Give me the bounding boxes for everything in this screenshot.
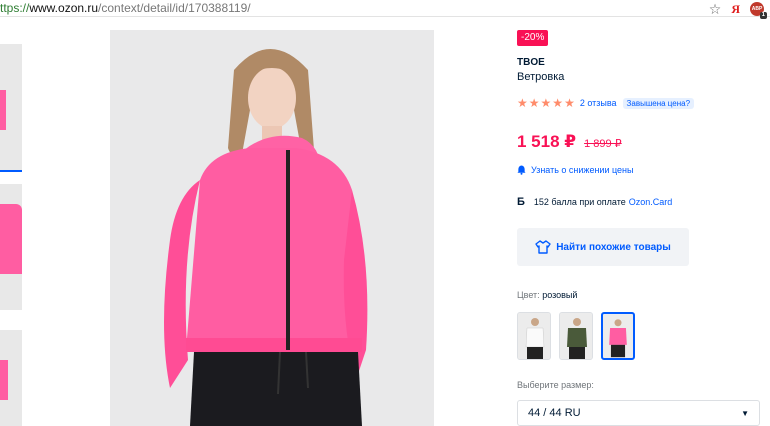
thumbnail-1[interactable] xyxy=(0,30,22,172)
star-icon: ★ xyxy=(540,96,552,110)
price-row: 1 518 ₽ 1 899 ₽ xyxy=(517,132,622,152)
star-icon: ★ xyxy=(517,96,528,110)
pink-jacket-thumbnail xyxy=(603,314,633,358)
bookmark-star-icon[interactable]: ☆ xyxy=(709,2,722,16)
adblock-icon[interactable]: ABP 1 xyxy=(750,1,767,19)
color-value: розовый xyxy=(542,290,578,300)
ozon-points-icon: Б xyxy=(517,196,525,208)
color-swatch-white[interactable] xyxy=(517,312,551,360)
brand-name[interactable]: TBOE xyxy=(517,57,545,68)
rating-stars[interactable]: ★ ★ ★ ★ ★ xyxy=(517,97,575,109)
ozon-card-points: Б 152 балла при оплате Ozon.Card xyxy=(517,196,672,208)
star-icon: ★ xyxy=(552,96,564,110)
khaki-jacket-thumbnail xyxy=(560,313,592,359)
find-similar-button[interactable]: Найти похожие товары xyxy=(517,228,689,266)
adblock-count: 1 xyxy=(759,11,767,19)
ozon-card-link[interactable]: Ozon.Card xyxy=(629,197,673,207)
points-text: 152 балла при оплате xyxy=(533,197,626,207)
white-jacket-thumbnail xyxy=(518,313,550,359)
bell-icon xyxy=(517,165,526,175)
color-swatch-khaki[interactable] xyxy=(559,312,593,360)
size-value: 44 / 44 RU xyxy=(528,407,581,419)
model-in-pink-jacket-illustration xyxy=(164,49,368,426)
color-label: Цвет: xyxy=(517,290,540,300)
url-text[interactable]: ttps://www.ozon.ru/context/detail/id/170… xyxy=(0,1,251,15)
url-domain: www.ozon.ru xyxy=(29,1,99,15)
product-title: Ветровка xyxy=(517,71,565,83)
rating-row: ★ ★ ★ ★ ★ 2 отзыва Завышена цена? xyxy=(517,97,695,109)
price-drop-notify[interactable]: Узнать о снижении цены xyxy=(517,165,633,175)
thumbnail-2[interactable] xyxy=(0,184,22,310)
notify-link[interactable]: Узнать о снижении цены xyxy=(531,165,633,175)
color-swatches xyxy=(517,312,635,360)
size-select[interactable]: 44 / 44 RU ▼ xyxy=(517,400,760,426)
adblock-label: ABP xyxy=(751,5,763,12)
yandex-icon[interactable]: Я xyxy=(731,2,740,16)
thumbnail-3[interactable] xyxy=(0,330,22,426)
size-label: Выберите размер: xyxy=(517,380,594,390)
current-price: 1 518 ₽ xyxy=(517,132,577,151)
old-price: 1 899 ₽ xyxy=(584,138,622,150)
url-path: /context/detail/id/170388119/ xyxy=(98,1,251,15)
star-icon: ★ xyxy=(528,96,540,110)
reviews-link[interactable]: 2 отзыва xyxy=(580,98,617,108)
find-similar-label: Найти похожие товары xyxy=(556,241,671,253)
product-main-image[interactable] xyxy=(110,30,434,426)
star-icon: ★ xyxy=(564,96,575,110)
price-complaint-tag[interactable]: Завышена цена? xyxy=(622,97,695,109)
color-swatch-pink[interactable] xyxy=(601,312,635,360)
discount-badge: -20% xyxy=(517,30,549,46)
color-row: Цвет: розовый xyxy=(517,290,577,300)
jacket-icon xyxy=(535,240,551,254)
url-scheme: ttps:// xyxy=(0,1,30,15)
browser-address-bar[interactable]: ttps://www.ozon.ru/context/detail/id/170… xyxy=(0,0,770,19)
thumbnail-strip xyxy=(0,30,22,426)
chevron-down-icon: ▼ xyxy=(741,408,749,418)
